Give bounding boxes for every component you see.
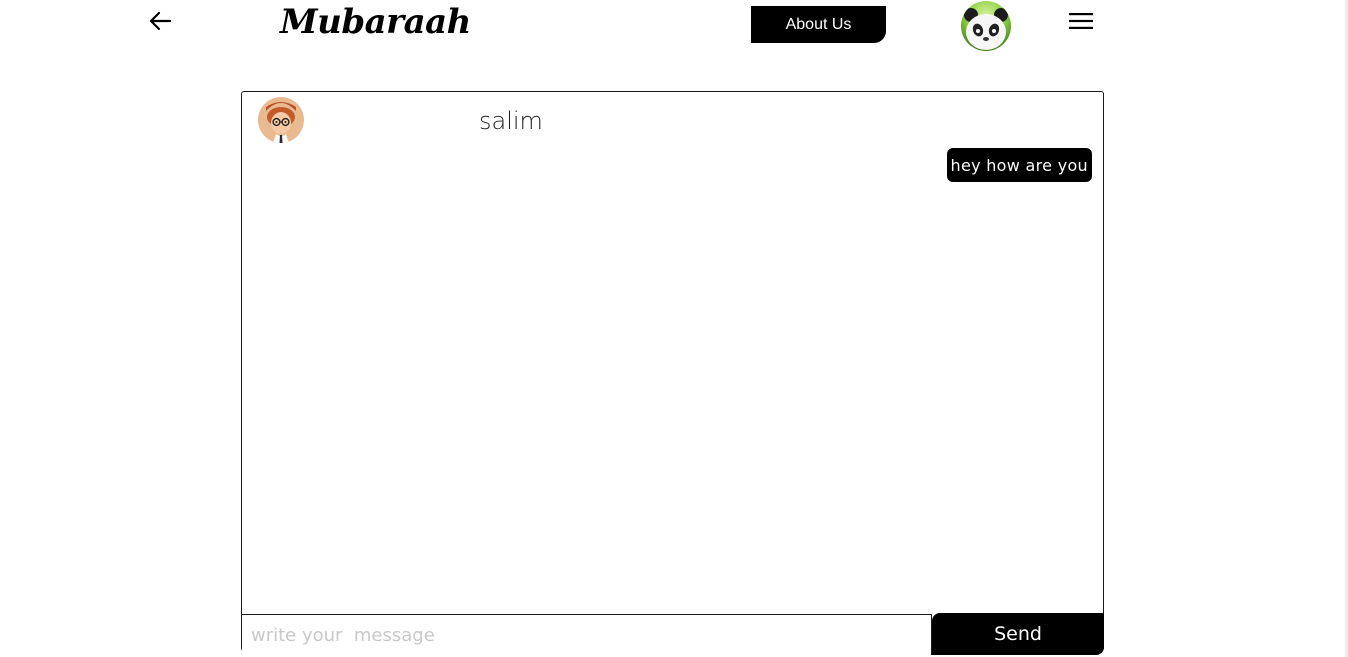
back-button[interactable] <box>146 8 174 34</box>
menu-button[interactable] <box>1067 10 1095 32</box>
contact-avatar <box>258 97 304 143</box>
page: Mubaraah About Us salim hey how are you … <box>0 0 1348 657</box>
message-input[interactable] <box>242 614 932 655</box>
arrow-left-icon <box>149 11 172 31</box>
about-us-button[interactable]: About Us <box>751 6 886 43</box>
chat-panel: salim hey how are you Send <box>241 91 1104 655</box>
outgoing-message: hey how are you <box>946 148 1092 182</box>
brand-logo[interactable]: Mubaraah <box>280 0 471 44</box>
cartoon-boy-avatar-icon <box>258 97 304 143</box>
contact-name: salim <box>479 107 543 135</box>
profile-avatar[interactable] <box>961 1 1011 51</box>
send-button[interactable]: Send <box>932 613 1104 655</box>
panda-avatar-icon <box>961 1 1011 51</box>
hamburger-menu-icon <box>1069 13 1093 29</box>
